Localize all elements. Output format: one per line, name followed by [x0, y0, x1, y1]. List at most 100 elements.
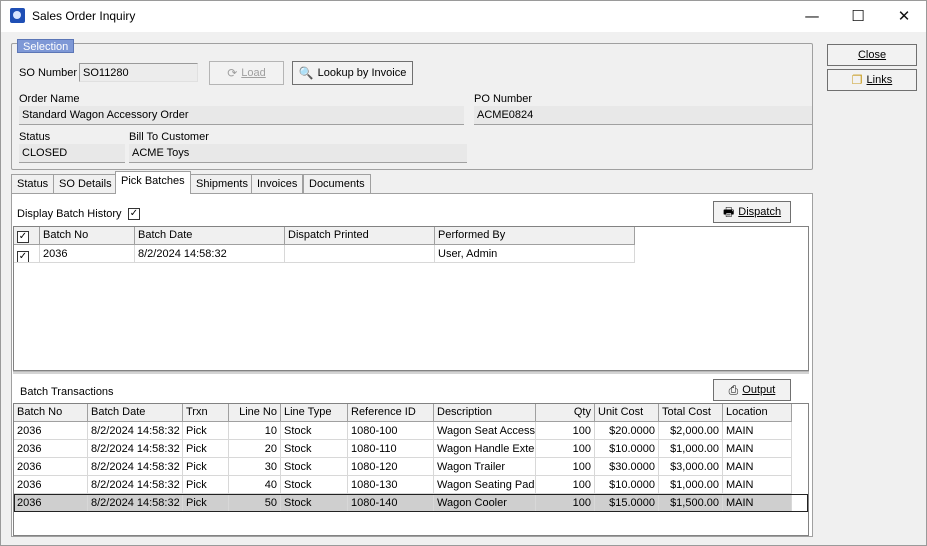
- close-window-button[interactable]: ✕: [881, 1, 927, 31]
- col-line-type[interactable]: Line Type: [281, 404, 348, 422]
- trx-total-cost: $2,000.00: [659, 422, 723, 440]
- printer-icon: 🖶: [722, 205, 735, 219]
- minimize-button[interactable]: —: [789, 1, 835, 31]
- batch-grid-header: ✓ Batch No Batch Date Dispatch Printed P…: [14, 227, 808, 245]
- batch-row-check-cell: ✓: [14, 245, 40, 263]
- dispatch-printed-cell: [285, 245, 435, 263]
- trx-unit-cost: $10.0000: [595, 440, 659, 458]
- trx-location: MAIN: [723, 458, 792, 476]
- display-batch-history-checkbox[interactable]: ✓: [128, 208, 140, 220]
- trx-description: Wagon Seating Pad: [434, 476, 536, 494]
- tab-pick-batches[interactable]: Pick Batches: [115, 171, 191, 194]
- trx-reference-id: 1080-100: [348, 422, 434, 440]
- trx-description: Wagon Seat Accessory: [434, 422, 536, 440]
- transaction-row[interactable]: 2036 8/2/2024 14:58:32 Pick 40 Stock 108…: [14, 476, 808, 494]
- trx-location: MAIN: [723, 440, 792, 458]
- col-description[interactable]: Description: [434, 404, 536, 422]
- output-button[interactable]: ⎙ Output: [713, 379, 791, 401]
- col-qty[interactable]: Qty: [536, 404, 595, 422]
- trx-line-type: Stock: [281, 494, 348, 512]
- col-unit-cost[interactable]: Unit Cost: [595, 404, 659, 422]
- col-batch-no[interactable]: Batch No: [40, 227, 135, 245]
- performed-by-cell: User, Admin: [435, 245, 635, 263]
- col-location[interactable]: Location: [723, 404, 792, 422]
- trx-line-no: 40: [229, 476, 281, 494]
- col-total-cost[interactable]: Total Cost: [659, 404, 723, 422]
- magnifier-icon: 🔍: [298, 66, 314, 80]
- batch-row[interactable]: ✓ 2036 8/2/2024 14:58:32 User, Admin: [14, 245, 808, 263]
- col-line-no[interactable]: Line No: [229, 404, 281, 422]
- trx-batch-date: 8/2/2024 14:58:32: [88, 494, 183, 512]
- close-button[interactable]: Close: [827, 44, 917, 66]
- trx-trxn: Pick: [183, 476, 229, 494]
- tab-status[interactable]: Status: [11, 174, 55, 193]
- panel-splitter[interactable]: [13, 371, 809, 374]
- bill-to-customer-label: Bill To Customer: [129, 131, 209, 143]
- lookup-by-invoice-button[interactable]: 🔍 Lookup by Invoice: [292, 61, 413, 85]
- trx-batch-no: 2036: [14, 494, 88, 512]
- trx-location: MAIN: [723, 494, 792, 512]
- trx-batch-date: 8/2/2024 14:58:32: [88, 458, 183, 476]
- trx-unit-cost: $10.0000: [595, 476, 659, 494]
- transaction-row-selected[interactable]: 2036 8/2/2024 14:58:32 Pick 50 Stock 108…: [14, 494, 808, 512]
- title-bar: Sales Order Inquiry — ☐ ✕: [1, 1, 926, 32]
- col-trxn[interactable]: Trxn: [183, 404, 229, 422]
- window-title: Sales Order Inquiry: [32, 9, 136, 23]
- status-field: CLOSED: [19, 144, 125, 163]
- so-number-label: SO Number: [19, 67, 78, 79]
- tab-invoices[interactable]: Invoices: [251, 174, 304, 193]
- col-trx-batch-date[interactable]: Batch Date: [88, 404, 183, 422]
- trx-line-type: Stock: [281, 440, 348, 458]
- tab-so-details[interactable]: SO Details: [53, 174, 118, 193]
- batch-transactions-title: Batch Transactions: [20, 386, 114, 398]
- transaction-row[interactable]: 2036 8/2/2024 14:58:32 Pick 10 Stock 108…: [14, 422, 808, 440]
- display-batch-history-label: Display Batch History: [17, 208, 122, 220]
- trx-trxn: Pick: [183, 494, 229, 512]
- trx-line-no: 50: [229, 494, 281, 512]
- trx-description: Wagon Cooler: [434, 494, 536, 512]
- batch-row-checkbox[interactable]: ✓: [17, 251, 29, 262]
- col-reference-id[interactable]: Reference ID: [348, 404, 434, 422]
- trx-batch-no: 2036: [14, 476, 88, 494]
- trx-batch-date: 8/2/2024 14:58:32: [88, 476, 183, 494]
- sales-order-inquiry-window: Sales Order Inquiry — ☐ ✕ Selection SO N…: [0, 0, 927, 546]
- so-number-input[interactable]: SO11280: [79, 63, 198, 82]
- trx-reference-id: 1080-110: [348, 440, 434, 458]
- trx-location: MAIN: [723, 476, 792, 494]
- trx-reference-id: 1080-130: [348, 476, 434, 494]
- output-button-label: Output: [742, 384, 776, 396]
- links-button-label: Links: [866, 74, 893, 86]
- transaction-row[interactable]: 2036 8/2/2024 14:58:32 Pick 30 Stock 108…: [14, 458, 808, 476]
- bill-to-customer-field: ACME Toys: [129, 144, 467, 163]
- load-button-label: Load: [241, 67, 266, 79]
- tab-documents[interactable]: Documents: [303, 174, 371, 193]
- col-batch-date[interactable]: Batch Date: [135, 227, 285, 245]
- trx-trxn: Pick: [183, 422, 229, 440]
- trx-line-no: 10: [229, 422, 281, 440]
- selection-legend: Selection: [17, 39, 75, 53]
- transactions-grid: Batch No Batch Date Trxn Line No Line Ty…: [13, 403, 809, 536]
- trx-qty: 100: [536, 440, 595, 458]
- transaction-row[interactable]: 2036 8/2/2024 14:58:32 Pick 20 Stock 108…: [14, 440, 808, 458]
- lookup-by-invoice-label: Lookup by Invoice: [317, 67, 407, 79]
- load-button[interactable]: ⟳ Load: [209, 61, 284, 85]
- batch-no-cell: 2036: [40, 245, 135, 263]
- app-icon: [10, 8, 25, 23]
- col-dispatch-printed[interactable]: Dispatch Printed: [285, 227, 435, 245]
- maximize-button[interactable]: ☐: [835, 1, 881, 31]
- trx-total-cost: $1,500.00: [659, 494, 723, 512]
- col-performed-by[interactable]: Performed By: [435, 227, 635, 245]
- col-trx-batch-no[interactable]: Batch No: [14, 404, 88, 422]
- links-button[interactable]: ❐ Links: [827, 69, 917, 91]
- transactions-grid-header: Batch No Batch Date Trxn Line No Line Ty…: [14, 404, 808, 422]
- trx-trxn: Pick: [183, 440, 229, 458]
- select-all-checkbox[interactable]: ✓: [17, 231, 29, 243]
- trx-description: Wagon Trailer: [434, 458, 536, 476]
- trx-qty: 100: [536, 494, 595, 512]
- dispatch-button[interactable]: 🖶 Dispatch: [713, 201, 791, 223]
- tab-shipments[interactable]: Shipments: [190, 174, 254, 193]
- load-icon: ⟳: [227, 66, 238, 80]
- trx-qty: 100: [536, 458, 595, 476]
- po-number-field: ACME0824: [474, 106, 812, 125]
- order-name-field: Standard Wagon Accessory Order: [19, 106, 464, 125]
